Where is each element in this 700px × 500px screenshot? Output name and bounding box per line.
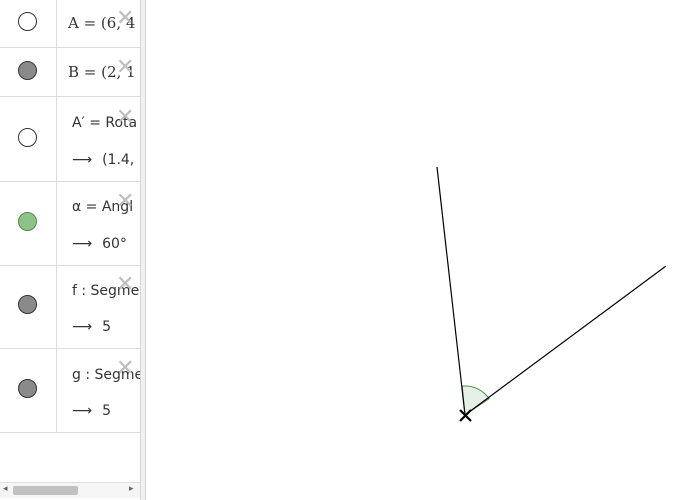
- delete-icon[interactable]: ✕: [116, 191, 134, 213]
- algebra-view: A = (6, 4 ✕ B = (2, 1 ✕ A′ = Rota ⟶ (1.4,…: [0, 0, 140, 500]
- scroll-right-icon[interactable]: ▸: [129, 484, 134, 494]
- value-alpha: ⟶ 60°: [72, 236, 127, 252]
- value-text: 5: [102, 319, 111, 335]
- visibility-toggle-b[interactable]: [18, 61, 37, 80]
- algebra-row-aprime[interactable]: A′ = Rota ⟶ (1.4, ✕: [0, 97, 140, 182]
- visibility-toggle-alpha[interactable]: [18, 212, 37, 231]
- scroll-left-icon[interactable]: ◂: [3, 484, 8, 494]
- delete-icon[interactable]: ✕: [116, 358, 134, 380]
- value-text: 60°: [102, 236, 127, 252]
- segment-g[interactable]: [464, 265, 667, 416]
- horizontal-scrollbar[interactable]: ◂ ▸: [0, 482, 140, 498]
- panel-splitter[interactable]: [140, 0, 146, 500]
- delete-icon[interactable]: ✕: [116, 274, 134, 296]
- delete-icon[interactable]: ✕: [116, 57, 134, 79]
- arrow-icon: ⟶: [72, 152, 93, 168]
- value-f: ⟶ 5: [72, 319, 111, 335]
- visibility-toggle-aprime[interactable]: [18, 128, 37, 147]
- visibility-toggle-g[interactable]: [18, 379, 37, 398]
- value-aprime: ⟶ (1.4,: [72, 152, 134, 168]
- scrollbar-thumb[interactable]: [13, 486, 78, 495]
- arrow-icon: ⟶: [72, 236, 93, 252]
- visibility-toggle-a[interactable]: [18, 12, 37, 31]
- delete-icon[interactable]: ✕: [116, 8, 134, 30]
- value-text: (1.4,: [102, 152, 135, 168]
- value-g: ⟶ 5: [72, 403, 111, 419]
- algebra-row-b[interactable]: B = (2, 1 ✕: [0, 48, 140, 97]
- arrow-icon: ⟶: [72, 403, 93, 419]
- algebra-row-alpha[interactable]: α = Angl ⟶ 60° ✕: [0, 182, 140, 266]
- algebra-row-g[interactable]: g : Segme ⟶ 5 ✕: [0, 349, 140, 433]
- graphics-view[interactable]: [147, 0, 700, 500]
- delete-icon[interactable]: ✕: [116, 107, 134, 129]
- arrow-icon: ⟶: [72, 319, 93, 335]
- value-text: 5: [102, 403, 111, 419]
- visibility-toggle-f[interactable]: [18, 295, 37, 314]
- algebra-row-f[interactable]: f : Segme ⟶ 5 ✕: [0, 266, 140, 349]
- segment-f[interactable]: [436, 166, 466, 416]
- algebra-row-a[interactable]: A = (6, 4 ✕: [0, 0, 140, 48]
